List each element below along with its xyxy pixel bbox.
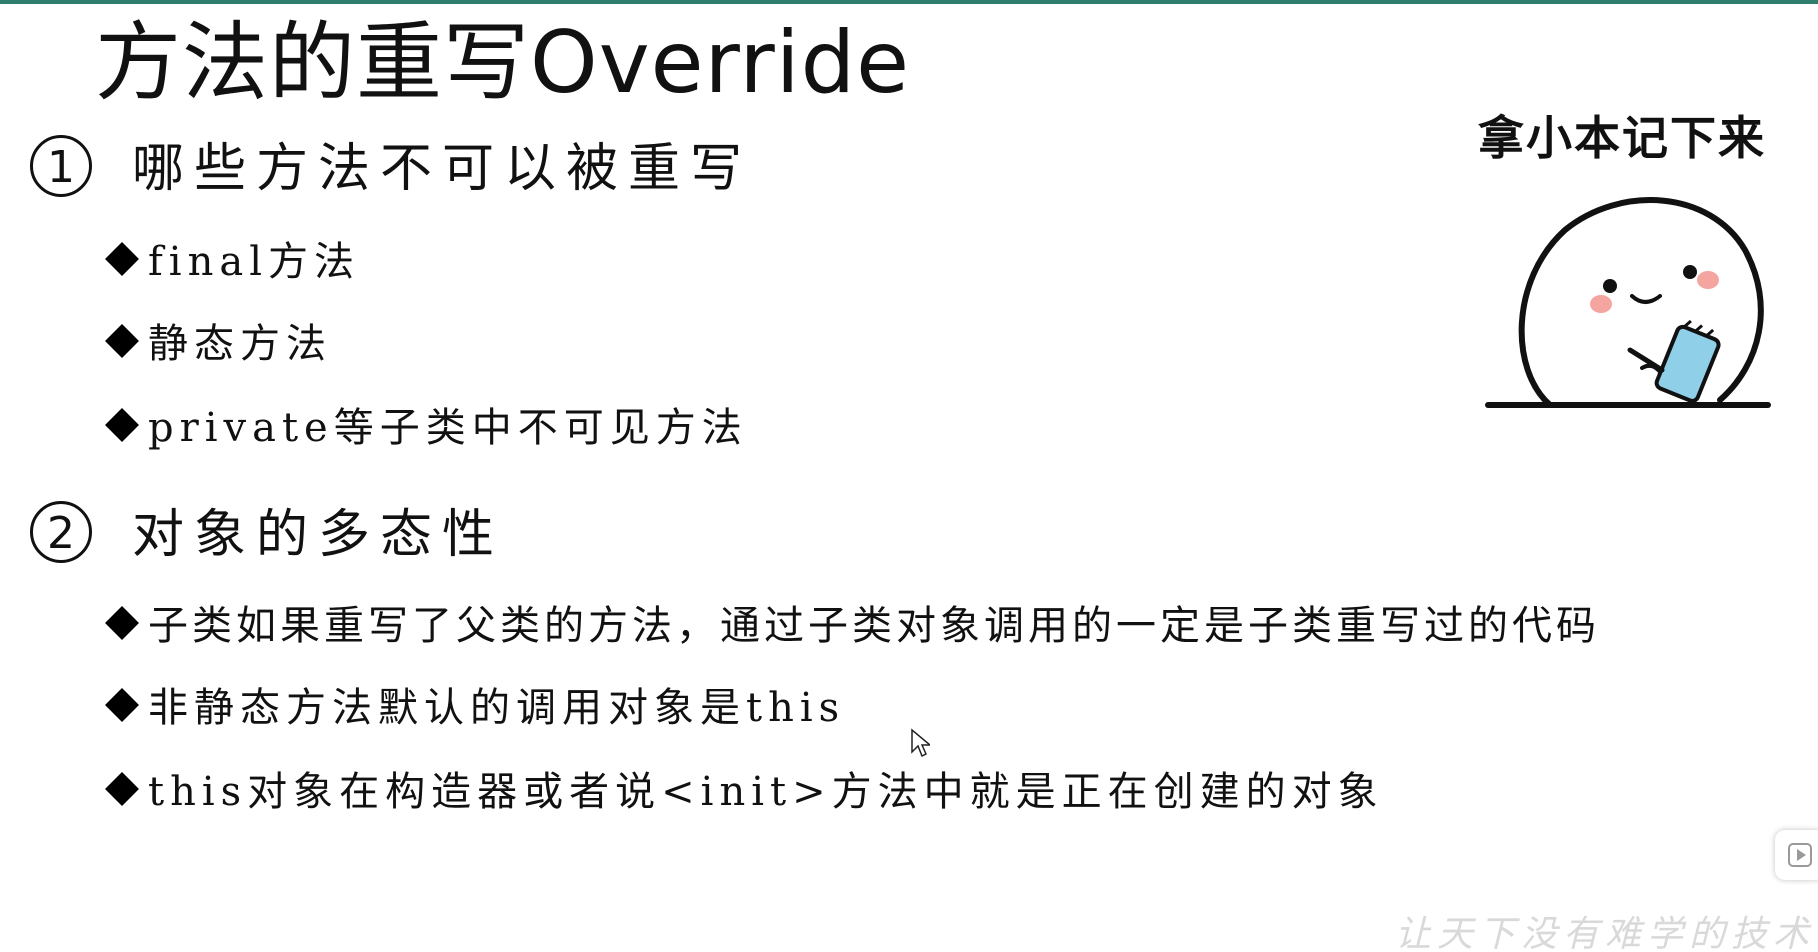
- bullet-item: 非静态方法默认的调用对象是this: [104, 680, 845, 736]
- blush: [1590, 295, 1612, 313]
- top-accent-rule: [0, 0, 1818, 4]
- bullet-item: final方法: [104, 234, 360, 290]
- blush: [1697, 271, 1719, 289]
- bullet-item: this对象在构造器或者说<init>方法中就是正在创建的对象: [104, 764, 1384, 820]
- diamond-bullet-icon: [105, 242, 139, 276]
- section-number-2: 2: [30, 501, 92, 563]
- slide: 方法的重写Override 1 哪些方法不可以被重写 final方法 静态方法 p…: [0, 0, 1818, 952]
- play-icon: [1788, 843, 1812, 867]
- bullet-item: 子类如果重写了父类的方法，通过子类对象调用的一定是子类重写过的代码: [104, 598, 1600, 654]
- bullet-item: 静态方法: [104, 316, 332, 372]
- diamond-bullet-icon: [105, 772, 139, 806]
- section-heading-2: 2 对象的多态性: [30, 500, 504, 570]
- mouse-pointer-icon: [911, 728, 930, 758]
- diamond-bullet-icon: [105, 324, 139, 358]
- cartoon-note-taking-icon: [1485, 197, 1771, 408]
- diamond-bullet-icon: [105, 606, 139, 640]
- section-heading-1: 1 哪些方法不可以被重写: [30, 134, 752, 204]
- bullet-item: private等子类中不可见方法: [104, 400, 748, 456]
- diamond-bullet-icon: [105, 408, 139, 442]
- diamond-bullet-icon: [105, 688, 139, 722]
- section-heading-1-text: 哪些方法不可以被重写: [132, 139, 753, 199]
- watermark: 让天下没有难学的技术: [1395, 914, 1816, 952]
- section-number-1: 1: [30, 135, 92, 197]
- play-button[interactable]: [1775, 830, 1818, 880]
- slide-title: 方法的重写Override: [95, 13, 911, 113]
- section-heading-2-text: 对象的多态性: [132, 505, 505, 565]
